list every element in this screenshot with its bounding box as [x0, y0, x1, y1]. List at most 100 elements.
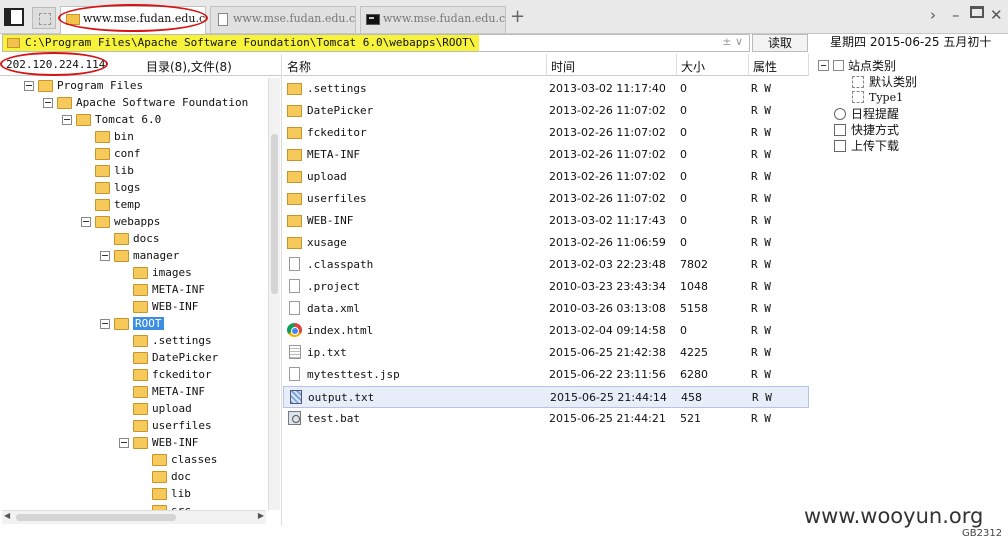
file-attr: R W — [751, 82, 771, 95]
path-highlight: C:\Program Files\Apache Software Foundat… — [3, 35, 480, 51]
file-time: 2013-02-26 11:07:02 — [549, 170, 666, 183]
column-header-attr[interactable]: 属性 — [749, 54, 809, 76]
tree-vertical-scrollbar[interactable] — [268, 78, 280, 510]
file-row[interactable]: DatePicker 2013-02-26 11:07:02 0 R W — [283, 100, 809, 122]
file-size: 1048 — [680, 280, 708, 293]
file-size: 0 — [680, 126, 687, 139]
read-button[interactable]: 读取 — [752, 34, 808, 52]
file-size: 0 — [680, 82, 687, 95]
folder-icon — [152, 454, 167, 466]
type1-label: Type1 — [869, 91, 904, 104]
file-row[interactable]: ip.txt 2015-06-25 21:42:38 4225 R W — [283, 342, 809, 364]
collapse-icon[interactable] — [119, 438, 129, 448]
collapse-icon[interactable] — [100, 251, 110, 261]
site-category-node[interactable]: 站点类别 — [818, 57, 896, 74]
collapse-icon[interactable] — [43, 98, 53, 108]
file-row[interactable]: fckeditor 2013-02-26 11:07:02 0 R W — [283, 122, 809, 144]
path-dropdown-icon[interactable]: ± ∨ — [722, 35, 743, 48]
file-row[interactable]: data.xml 2010-03-26 03:13:08 5158 R W — [283, 298, 809, 320]
file-row[interactable]: WEB-INF 2013-03-02 11:17:43 0 R W — [283, 210, 809, 232]
file-size: 0 — [680, 170, 687, 183]
collapse-icon[interactable] — [818, 60, 829, 71]
close-button[interactable]: ✕ — [990, 6, 1003, 24]
folder-icon — [57, 97, 72, 109]
scrollbar-thumb[interactable] — [271, 134, 278, 294]
file-size: 4225 — [680, 346, 708, 359]
column-header-size[interactable]: 大小 — [677, 54, 749, 76]
minimize-button[interactable]: – — [952, 6, 960, 24]
file-row[interactable]: .project 2010-03-23 23:43:34 1048 R W — [283, 276, 809, 298]
file-row[interactable]: .classpath 2013-02-03 22:23:48 7802 R W — [283, 254, 809, 276]
tree-node-label: manager — [133, 249, 180, 262]
file-row[interactable]: .settings 2013-03-02 11:17:40 0 R W — [283, 78, 809, 100]
file-time: 2013-02-04 09:14:58 — [549, 324, 666, 337]
add-tab-button[interactable]: + — [510, 6, 525, 27]
file-name: test.bat — [307, 412, 360, 425]
folder-icon — [133, 267, 148, 279]
file-size: 0 — [680, 192, 687, 205]
scroll-right-icon[interactable]: ▶ — [258, 511, 264, 520]
maximize-button[interactable] — [970, 6, 984, 18]
tree-node-label: lib — [171, 487, 191, 500]
folder-icon — [38, 80, 53, 92]
file-attr: R W — [751, 236, 771, 249]
file-row[interactable]: userfiles 2013-02-26 11:07:02 0 R W — [283, 188, 809, 210]
file-attr: R W — [751, 192, 771, 205]
folder-icon — [287, 127, 302, 139]
collapse-icon[interactable] — [81, 217, 91, 227]
file-row[interactable]: output.txt 2015-06-25 21:44:14 458 R W — [283, 386, 809, 408]
file-row[interactable]: index.html 2013-02-04 09:14:58 0 R W — [283, 320, 809, 342]
file-attr: R W — [751, 148, 771, 161]
default-category-node[interactable]: 默认类别 — [852, 73, 917, 90]
tab-bar: www.mse.fudan.edu.cn www.mse.fudan.edu.c… — [0, 0, 1008, 35]
file-time: 2013-03-02 11:17:43 — [549, 214, 666, 227]
file-row[interactable]: upload 2013-02-26 11:07:02 0 R W — [283, 166, 809, 188]
upload-download-item[interactable]: 上传下载 — [834, 137, 899, 154]
tab-2[interactable]: www.mse.fudan.edu.cn — [210, 6, 356, 33]
folder-icon — [66, 14, 80, 25]
new-tab-button[interactable] — [32, 7, 56, 29]
file-attr: R W — [751, 412, 771, 425]
file-name: ip.txt — [307, 346, 347, 359]
file-row[interactable]: test.bat 2015-06-25 21:44:21 521 R W — [283, 408, 809, 430]
server-info-row: 202.120.224.114 目录(8),文件(8) — [0, 52, 282, 76]
folder-icon — [7, 38, 20, 48]
shortcut-item[interactable]: 快捷方式 — [834, 121, 899, 138]
tree-node-label: DatePicker — [152, 351, 219, 364]
path-input[interactable]: C:\Program Files\Apache Software Foundat… — [2, 34, 750, 52]
folder-icon — [133, 335, 148, 347]
tab-label: www.mse.fudan.edu.cn — [83, 12, 206, 25]
folder-icon — [114, 250, 129, 262]
sidebar-toggle-button[interactable] — [4, 8, 24, 26]
collapse-icon[interactable] — [62, 115, 72, 125]
collapse-icon[interactable] — [24, 81, 34, 91]
file-size: 5158 — [680, 302, 708, 315]
scrollbar-thumb[interactable] — [16, 514, 176, 521]
folder-icon — [287, 215, 302, 227]
text-file-selected-icon — [290, 390, 302, 404]
collapse-icon[interactable] — [100, 319, 110, 329]
tab-label: www.mse.fudan.edu.cn — [383, 12, 506, 25]
tab-3[interactable]: www.mse.fudan.edu.cn — [360, 6, 506, 33]
tree-node-label: Apache Software Foundation — [76, 96, 249, 109]
file-row[interactable]: xusage 2013-02-26 11:06:59 0 R W — [283, 232, 809, 254]
scroll-left-icon[interactable]: ◀ — [4, 511, 10, 520]
file-name: userfiles — [307, 192, 367, 205]
file-row[interactable]: mytesttest.jsp 2015-06-22 23:11:56 6280 R W — [283, 364, 809, 386]
file-time: 2013-03-02 11:17:40 — [549, 82, 666, 95]
schedule-reminder-item[interactable]: 日程提醒 — [834, 105, 899, 122]
chevron-right-icon[interactable]: › — [930, 6, 936, 24]
folder-icon — [114, 233, 129, 245]
file-row[interactable]: META-INF 2013-02-26 11:07:02 0 R W — [283, 144, 809, 166]
column-header-name[interactable]: 名称 — [283, 54, 547, 76]
folder-icon — [152, 471, 167, 483]
file-time: 2013-02-26 11:07:02 — [549, 126, 666, 139]
column-header-time[interactable]: 时间 — [547, 54, 677, 76]
tab-1[interactable]: www.mse.fudan.edu.cn — [60, 6, 206, 35]
tree-horizontal-scrollbar[interactable]: ◀ ▶ — [2, 510, 266, 524]
tree-node-label: META-INF — [152, 283, 205, 296]
type1-category-node[interactable]: Type1 — [852, 89, 903, 104]
file-time: 2010-03-23 23:43:34 — [549, 280, 666, 293]
folder-icon — [133, 301, 148, 313]
directory-file-count: 目录(8),文件(8) — [146, 60, 232, 74]
